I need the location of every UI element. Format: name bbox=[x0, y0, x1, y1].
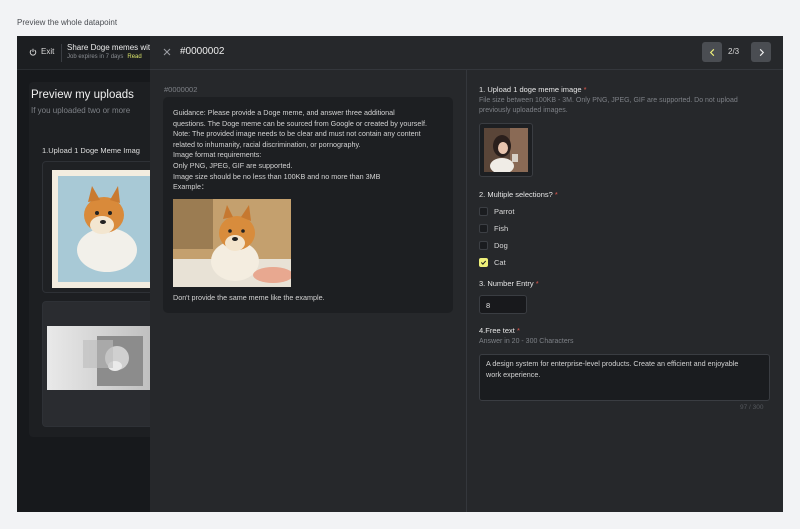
checkbox-checked[interactable] bbox=[479, 258, 488, 267]
q4-label: 4.Free text * bbox=[479, 326, 520, 335]
app-frame: Exit Share Doge memes with Job expires i… bbox=[17, 36, 783, 512]
required-mark: * bbox=[583, 85, 587, 94]
number-entry-input[interactable]: 8 bbox=[479, 295, 527, 314]
q1-label: 1. Upload 1 doge meme image * bbox=[479, 85, 587, 94]
checkbox[interactable] bbox=[479, 241, 488, 250]
guidance-line: questions. The Doge meme can be sourced … bbox=[173, 118, 427, 128]
job-expiry-text: Job expires in 7 days bbox=[67, 54, 124, 60]
exit-button[interactable]: Exit bbox=[29, 47, 54, 56]
option-label: Dog bbox=[494, 241, 508, 250]
q1-hint-line: File size between 100KB - 3M. Only PNG, … bbox=[479, 97, 738, 104]
background-upload-label: 1.Upload 1 Doge Meme Imag bbox=[42, 146, 140, 155]
preview-title: Preview my uploads bbox=[31, 89, 134, 101]
datapoint-id: #0000002 bbox=[164, 85, 198, 94]
q1-hint: File size between 100KB - 3M. Only PNG, … bbox=[479, 96, 738, 116]
page-caption: Preview the whole datapoint bbox=[17, 18, 118, 27]
guidance-line: Guidance: Please provide a Doge meme, an… bbox=[173, 108, 395, 117]
option-label: Parrot bbox=[494, 207, 515, 216]
modal-header: #0000002 2/3 bbox=[150, 36, 783, 70]
q1-hint-line: previously uploaded images. bbox=[479, 107, 568, 114]
example-doge-image bbox=[173, 199, 291, 287]
q3-label: 3. Number Entry * bbox=[479, 279, 539, 288]
read-link[interactable]: Read bbox=[127, 54, 141, 60]
job-expiry: Job expires in 7 days Read bbox=[67, 54, 142, 60]
free-text-line: A design system for enterprise-level pro… bbox=[486, 359, 739, 368]
checkbox[interactable] bbox=[479, 207, 488, 216]
guidance-line: Example： bbox=[173, 182, 209, 192]
guidance-footer: Don't provide the same meme like the exa… bbox=[173, 293, 325, 302]
option-label: Cat bbox=[494, 258, 506, 267]
option-fish[interactable]: Fish bbox=[479, 224, 508, 233]
free-text-line: work experience. bbox=[486, 369, 541, 379]
q1-label-text: 1. Upload 1 doge meme image bbox=[479, 85, 582, 94]
doge-painting-image bbox=[52, 170, 162, 288]
guidance-line: Note: The provided image needs to be cle… bbox=[173, 129, 421, 139]
chevron-right-icon bbox=[759, 48, 764, 56]
guidance-line: Image format requirements: bbox=[173, 150, 262, 160]
q4-label-text: 4.Free text bbox=[479, 326, 515, 335]
option-parrot[interactable]: Parrot bbox=[479, 207, 514, 216]
q2-label-text: 2. Multiple selections? bbox=[479, 190, 553, 199]
column-divider bbox=[466, 70, 467, 512]
power-icon bbox=[29, 48, 37, 56]
doge-grayscale-image bbox=[47, 326, 157, 390]
option-dog[interactable]: Dog bbox=[479, 241, 508, 250]
guidance-line: Only PNG, JPEG, GIF are supported. bbox=[173, 160, 293, 170]
preview-subtitle: If you uploaded two or more bbox=[31, 106, 131, 115]
page-indicator: 2/3 bbox=[728, 47, 740, 56]
previous-button[interactable] bbox=[702, 42, 722, 62]
uploaded-image-thumbnail[interactable] bbox=[479, 123, 533, 177]
topbar-divider bbox=[61, 44, 62, 62]
guidance-text: Guidance: Please provide a Doge meme, an… bbox=[173, 108, 448, 193]
q3-label-text: 3. Number Entry bbox=[479, 279, 534, 288]
checkbox[interactable] bbox=[479, 224, 488, 233]
close-icon[interactable] bbox=[162, 47, 172, 57]
datapoint-modal: #0000002 2/3 #0000002 Guidance: Please p… bbox=[150, 36, 783, 512]
guidance-box: Guidance: Please provide a Doge meme, an… bbox=[163, 97, 453, 313]
q2-label: 2. Multiple selections? * bbox=[479, 190, 558, 199]
character-count: 97 / 300 bbox=[740, 404, 764, 411]
guidance-line: Image size should be no less than 100KB … bbox=[173, 171, 381, 181]
next-button[interactable] bbox=[751, 42, 771, 62]
required-mark: * bbox=[516, 326, 520, 335]
required-mark: * bbox=[554, 190, 558, 199]
option-cat[interactable]: Cat bbox=[479, 258, 506, 267]
free-text-textarea[interactable]: A design system for enterprise-level pro… bbox=[479, 354, 770, 401]
q4-hint: Answer in 20 - 300 Characters bbox=[479, 338, 574, 345]
required-mark: * bbox=[535, 279, 539, 288]
exit-label: Exit bbox=[41, 47, 55, 56]
modal-title: #0000002 bbox=[180, 46, 225, 57]
option-label: Fish bbox=[494, 224, 509, 233]
chevron-left-icon bbox=[709, 48, 714, 56]
check-icon bbox=[480, 260, 487, 265]
uploaded-image bbox=[484, 128, 528, 172]
guidance-line: related to inhumanity, racial discrimina… bbox=[173, 139, 361, 149]
job-title: Share Doge memes with bbox=[67, 43, 155, 52]
